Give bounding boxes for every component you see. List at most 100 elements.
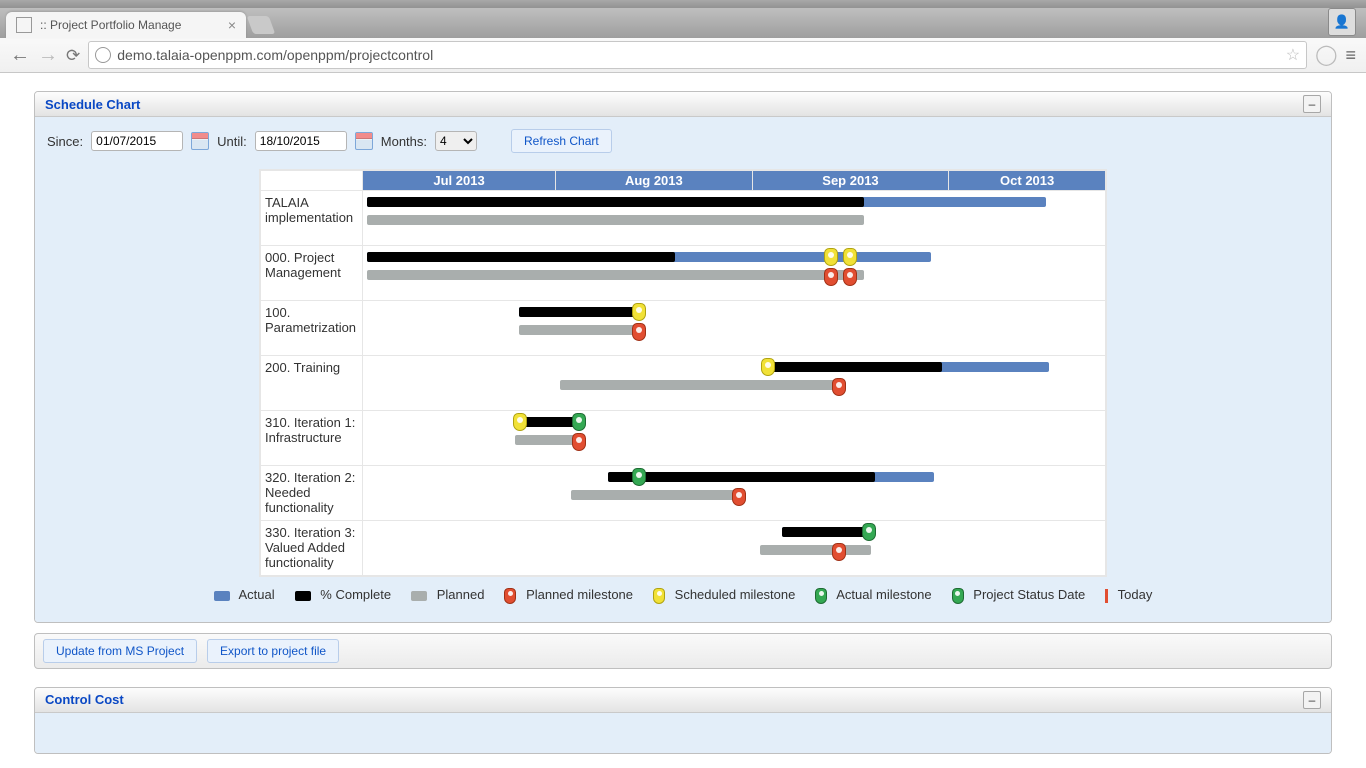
extensions-icon[interactable]: ◯ xyxy=(1315,45,1337,65)
chrome-top xyxy=(0,0,1366,8)
milestone-pin-planned xyxy=(843,268,857,286)
panel-header: Control Cost – xyxy=(35,688,1331,713)
gantt-bar-complete xyxy=(782,527,871,537)
profile-avatar-button[interactable]: 👤 xyxy=(1328,8,1356,36)
milestone-pin-scheduled xyxy=(843,248,857,266)
gantt-task-name: 200. Training xyxy=(261,356,363,411)
milestone-pin-planned xyxy=(824,268,838,286)
gantt-row: 320. Iteration 2: Needed functionality xyxy=(261,466,1106,521)
milestone-pin-planned xyxy=(832,378,846,396)
pin-icon-green xyxy=(815,588,827,604)
address-bar[interactable]: demo.talaia-openppm.com/openppm/projectc… xyxy=(88,41,1307,69)
milestone-pin-actual xyxy=(632,468,646,486)
milestone-pin-scheduled xyxy=(824,248,838,266)
gantt-row: TALAIA implementation xyxy=(261,191,1106,246)
milestone-pin-scheduled xyxy=(513,413,527,431)
gantt-row: 330. Iteration 3: Valued Added functiona… xyxy=(261,521,1106,576)
until-label: Until: xyxy=(217,134,247,149)
months-label: Months: xyxy=(381,134,427,149)
update-from-msproject-button[interactable]: Update from MS Project xyxy=(43,639,197,663)
pin-icon-yellow xyxy=(653,588,665,604)
legend-item-actual: Actual xyxy=(214,587,275,604)
legend-item-complete: % Complete xyxy=(295,587,391,604)
gantt-bar-planned xyxy=(367,215,864,225)
months-select[interactable]: 4 xyxy=(435,131,477,151)
close-tab-icon[interactable]: × xyxy=(228,17,236,33)
page-body: Schedule Chart – Since: Until: Months: 4… xyxy=(0,91,1366,754)
gantt-row: 100. Parametrization xyxy=(261,301,1106,356)
legend-item-planned: Planned xyxy=(411,587,484,604)
gantt-bar-cell xyxy=(363,356,1106,411)
action-bar: Update from MS Project Export to project… xyxy=(34,633,1332,669)
gantt-month-header: Sep 2013 xyxy=(752,171,949,191)
panel-title: Schedule Chart xyxy=(45,97,140,112)
milestone-pin-planned xyxy=(572,433,586,451)
gantt-bar-cell xyxy=(363,521,1106,576)
gantt-bar-planned xyxy=(519,325,641,335)
reload-button[interactable]: ⟳ xyxy=(66,47,80,64)
tab-title: :: Project Portfolio Manage xyxy=(40,18,181,32)
legend-swatch-planned xyxy=(411,591,427,601)
since-label: Since: xyxy=(47,134,83,149)
back-button[interactable]: ← xyxy=(10,45,30,65)
panel-collapse-button[interactable]: – xyxy=(1303,691,1321,709)
panel-body xyxy=(35,713,1331,753)
gantt-bar-complete xyxy=(608,472,875,482)
panel-control-cost: Control Cost – xyxy=(34,687,1332,754)
new-tab-button[interactable] xyxy=(247,16,276,34)
url-text: demo.talaia-openppm.com/openppm/projectc… xyxy=(117,47,1280,63)
calendar-icon[interactable] xyxy=(191,132,209,150)
gantt-bar-planned xyxy=(560,380,842,390)
panel-collapse-button[interactable]: – xyxy=(1303,95,1321,113)
gantt-month-header: Oct 2013 xyxy=(949,171,1106,191)
milestone-pin-actual xyxy=(862,523,876,541)
gantt-bar-complete xyxy=(764,362,942,372)
gantt-bar-cell xyxy=(363,301,1106,356)
tab-strip: :: Project Portfolio Manage × 👤 xyxy=(0,8,1366,38)
since-input[interactable] xyxy=(91,131,183,151)
gantt-corner-cell xyxy=(261,171,363,191)
gantt-bar-cell xyxy=(363,191,1106,246)
gantt-header-row: Jul 2013Aug 2013Sep 2013Oct 2013 xyxy=(261,171,1106,191)
gantt-task-name: 000. Project Management xyxy=(261,246,363,301)
menu-button[interactable]: ≡ xyxy=(1345,45,1356,66)
panel-header: Schedule Chart – xyxy=(35,92,1331,117)
forward-button[interactable]: → xyxy=(38,45,58,65)
gantt-row: 310. Iteration 1: Infrastructure xyxy=(261,411,1106,466)
site-icon xyxy=(95,47,111,63)
gantt-bar-planned xyxy=(760,545,871,555)
gantt-bar-planned xyxy=(367,270,864,280)
export-to-project-file-button[interactable]: Export to project file xyxy=(207,639,339,663)
legend-item-scheduled-milestone: Scheduled milestone xyxy=(653,587,795,604)
gantt-month-header: Aug 2013 xyxy=(556,171,753,191)
pin-icon-green xyxy=(952,588,964,604)
gantt-task-name: 310. Iteration 1: Infrastructure xyxy=(261,411,363,466)
milestone-pin-scheduled xyxy=(761,358,775,376)
gantt-task-name: TALAIA implementation xyxy=(261,191,363,246)
gantt-row: 200. Training xyxy=(261,356,1106,411)
filter-row: Since: Until: Months: 4 Refresh Chart xyxy=(47,129,1319,153)
calendar-icon[interactable] xyxy=(355,132,373,150)
milestone-pin-planned xyxy=(732,488,746,506)
legend-item-today: Today xyxy=(1105,587,1152,604)
gantt-bar-cell xyxy=(363,411,1106,466)
bookmark-star-icon[interactable]: ☆ xyxy=(1286,45,1300,65)
refresh-chart-button[interactable]: Refresh Chart xyxy=(511,129,612,153)
milestone-pin-planned xyxy=(632,323,646,341)
legend-swatch-actual xyxy=(214,591,230,601)
gantt-legend: Actual % Complete Planned Planned milest… xyxy=(47,587,1319,604)
until-input[interactable] xyxy=(255,131,347,151)
milestone-pin-actual xyxy=(572,413,586,431)
today-marker-icon xyxy=(1105,589,1108,603)
browser-tab[interactable]: :: Project Portfolio Manage × xyxy=(6,12,246,38)
legend-item-status-date: Project Status Date xyxy=(952,587,1086,604)
gantt-bar-cell xyxy=(363,466,1106,521)
gantt-chart: Jul 2013Aug 2013Sep 2013Oct 2013 TALAIA … xyxy=(259,169,1107,577)
gantt-bar-planned xyxy=(571,490,742,500)
gantt-bar-cell xyxy=(363,246,1106,301)
pin-icon-red xyxy=(504,588,516,604)
gantt-task-name: 330. Iteration 3: Valued Added functiona… xyxy=(261,521,363,576)
gantt-task-name: 320. Iteration 2: Needed functionality xyxy=(261,466,363,521)
legend-swatch-complete xyxy=(295,591,311,601)
panel-body: Since: Until: Months: 4 Refresh Chart xyxy=(35,117,1331,622)
